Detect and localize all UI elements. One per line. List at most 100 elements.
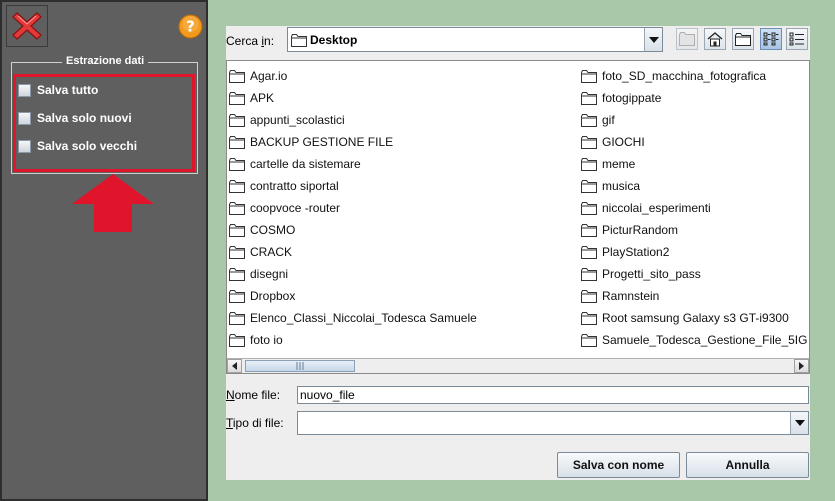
file-name: COSMO: [250, 223, 296, 237]
save-button[interactable]: Salva con nome: [557, 452, 680, 478]
file-list-item[interactable]: PicturRandom: [581, 219, 807, 241]
folder-icon: [581, 179, 597, 193]
file-list-item[interactable]: disegni: [229, 263, 477, 285]
grip-icon: [296, 362, 304, 370]
folder-icon: [581, 311, 597, 325]
folder-icon: [581, 223, 597, 237]
file-name: cartelle da sistemare: [250, 157, 361, 171]
folder-icon: [581, 69, 597, 83]
file-name: gif: [602, 113, 615, 127]
file-name: GIOCHI: [602, 135, 645, 149]
close-icon: [12, 12, 42, 40]
folder-icon: [581, 113, 597, 127]
folder-icon: [229, 69, 245, 83]
file-type-dropdown-button[interactable]: [790, 412, 808, 434]
chevron-down-icon: [648, 36, 659, 43]
folder-icon: [229, 201, 245, 215]
help-button[interactable]: ?: [178, 14, 203, 39]
folder-icon: [291, 34, 307, 47]
file-list-item[interactable]: niccolai_esperimenti: [581, 197, 807, 219]
scroll-right-button[interactable]: [794, 359, 809, 373]
file-list-item[interactable]: Elenco_Classi_Niccolai_Todesca Samuele: [229, 307, 477, 329]
look-in-dropdown-button[interactable]: [644, 28, 662, 51]
look-in-combo[interactable]: Desktop: [287, 27, 663, 52]
file-list-item[interactable]: meme: [581, 153, 807, 175]
file-name: musica: [602, 179, 641, 193]
file-name: Dropbox: [250, 289, 296, 303]
file-list-item[interactable]: Samuele_Todesca_Gestione_File_5IG: [581, 329, 807, 351]
file-name: PlayStation2: [602, 245, 670, 259]
new-folder-button[interactable]: [732, 28, 754, 50]
file-list-item[interactable]: appunti_scolastici: [229, 109, 477, 131]
svg-text:?: ?: [186, 18, 195, 36]
file-name: BACKUP GESTIONE FILE: [250, 135, 394, 149]
file-name: appunti_scolastici: [250, 113, 345, 127]
chevron-right-icon: [799, 362, 804, 370]
folder-icon: [229, 113, 245, 127]
file-list-item[interactable]: foto_SD_macchina_fotografica: [581, 65, 807, 87]
file-list-item[interactable]: Progetti_sito_pass: [581, 263, 807, 285]
file-name-input[interactable]: nuovo_file: [297, 386, 809, 404]
chevron-left-icon: [232, 362, 237, 370]
file-name: Agar.io: [250, 69, 288, 83]
horizontal-scrollbar[interactable]: [227, 358, 809, 373]
file-list-item[interactable]: Ramnstein: [581, 285, 807, 307]
folder-icon: [581, 157, 597, 171]
file-name: Samuele_Todesca_Gestione_File_5IG: [602, 333, 808, 347]
home-icon: [707, 31, 723, 46]
folder-icon: [229, 223, 245, 237]
file-column-2: foto_SD_macchina_fotografica fotogippate g…: [581, 65, 807, 351]
file-list-item[interactable]: gif: [581, 109, 807, 131]
help-icon: ?: [178, 14, 203, 39]
file-list-item[interactable]: Root samsung Galaxy s3 GT-i9300: [581, 307, 807, 329]
folder-icon: [581, 333, 597, 347]
scroll-left-button[interactable]: [227, 359, 242, 373]
file-name: Ramnstein: [602, 289, 660, 303]
cancel-button[interactable]: Annulla: [686, 452, 809, 478]
file-name: CRACK: [250, 245, 293, 259]
file-chooser: Cerca in: Desktop Agar.io APK appunti_sc…: [226, 26, 810, 480]
file-list-item[interactable]: Agar.io: [229, 65, 477, 87]
folder-icon: [581, 201, 597, 215]
folder-icon: [581, 245, 597, 259]
folder-icon: [581, 267, 597, 281]
file-list-item[interactable]: COSMO: [229, 219, 477, 241]
new-folder-icon: [735, 33, 751, 46]
file-list-item[interactable]: cartelle da sistemare: [229, 153, 477, 175]
folder-icon: [229, 289, 245, 303]
file-name: coopvoce -router: [250, 201, 341, 215]
look-in-value: Desktop: [310, 33, 358, 47]
file-list-item[interactable]: BACKUP GESTIONE FILE: [229, 131, 477, 153]
folder-icon: [581, 289, 597, 303]
file-list-item[interactable]: musica: [581, 175, 807, 197]
folder-icon: [229, 91, 245, 105]
up-folder-button[interactable]: [676, 28, 698, 50]
file-list-item[interactable]: CRACK: [229, 241, 477, 263]
file-name: disegni: [250, 267, 289, 281]
file-name: Root samsung Galaxy s3 GT-i9300: [602, 311, 789, 325]
scroll-thumb[interactable]: [245, 360, 355, 372]
file-list[interactable]: Agar.io APK appunti_scolastici BACKUP GESTI…: [226, 60, 810, 374]
group-title: Estrazione dati: [62, 55, 149, 67]
file-list-item[interactable]: APK: [229, 87, 477, 109]
file-list-item[interactable]: GIOCHI: [581, 131, 807, 153]
highlight-frame: [13, 74, 195, 172]
file-type-combo[interactable]: [297, 411, 809, 435]
file-name-label: Nome file:: [226, 388, 281, 402]
file-list-item[interactable]: coopvoce -router: [229, 197, 477, 219]
folder-icon: [229, 179, 245, 193]
file-name: APK: [250, 91, 275, 105]
file-list-item[interactable]: PlayStation2: [581, 241, 807, 263]
file-list-item[interactable]: foto io: [229, 329, 477, 351]
file-list-item[interactable]: Dropbox: [229, 285, 477, 307]
file-list-item[interactable]: fotogippate: [581, 87, 807, 109]
file-type-label: Tipo di file:: [226, 416, 284, 430]
home-button[interactable]: [704, 28, 726, 50]
close-button[interactable]: [6, 5, 48, 47]
details-view-icon: [789, 32, 804, 46]
file-name: contratto siportal: [250, 179, 339, 193]
details-view-button[interactable]: [786, 28, 808, 50]
file-list-item[interactable]: contratto siportal: [229, 175, 477, 197]
file-name: niccolai_esperimenti: [602, 201, 711, 215]
list-view-button[interactable]: [760, 28, 782, 50]
